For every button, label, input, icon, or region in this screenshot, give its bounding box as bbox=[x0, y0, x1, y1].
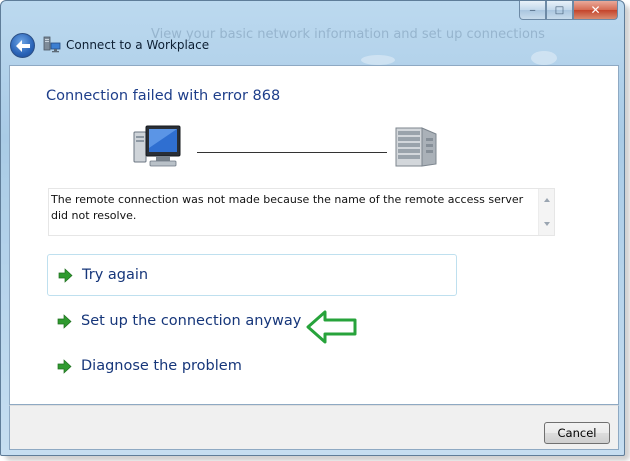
network-workplace-icon bbox=[43, 36, 61, 53]
background-glass-blob bbox=[531, 51, 557, 65]
green-arrow-icon bbox=[57, 358, 72, 374]
cancel-button[interactable]: Cancel bbox=[544, 422, 610, 444]
try-again-option[interactable]: Try again bbox=[47, 254, 457, 296]
setup-anyway-option[interactable]: Set up the connection anyway bbox=[47, 300, 457, 342]
wizard-content: Connection failed with error 868 The rem… bbox=[9, 65, 619, 405]
minimize-button[interactable]: ‒ bbox=[519, 1, 546, 20]
option-label: Set up the connection anyway bbox=[81, 313, 302, 329]
background-glass-blob bbox=[361, 55, 395, 65]
maximize-button[interactable]: □ bbox=[546, 1, 573, 20]
error-message-text: The remote connection was not made becau… bbox=[51, 193, 524, 222]
option-label: Try again bbox=[82, 267, 149, 283]
caption-buttons: ‒ □ ✕ bbox=[519, 1, 618, 20]
error-message-box: The remote connection was not made becau… bbox=[48, 188, 555, 236]
scroll-down-icon[interactable] bbox=[544, 222, 550, 226]
diagnose-problem-option[interactable]: Diagnose the problem bbox=[47, 345, 457, 387]
page-title: Connection failed with error 868 bbox=[46, 88, 281, 104]
back-button[interactable] bbox=[10, 33, 35, 58]
close-button[interactable]: ✕ bbox=[573, 1, 618, 20]
back-arrow-icon bbox=[15, 39, 30, 52]
message-scrollbar[interactable] bbox=[538, 189, 554, 235]
server-icon bbox=[395, 127, 437, 167]
window-title: Connect to a Workplace bbox=[66, 38, 210, 52]
green-arrow-icon bbox=[58, 267, 73, 283]
background-window-text: View your basic network information and … bbox=[151, 27, 545, 42]
computer-icon bbox=[133, 125, 181, 167]
green-arrow-icon bbox=[57, 313, 72, 329]
dialog-footer: Cancel bbox=[9, 405, 619, 450]
dialog-window: View your basic network information and … bbox=[0, 0, 625, 456]
option-label: Diagnose the problem bbox=[81, 358, 242, 374]
connection-line bbox=[197, 152, 387, 153]
scroll-up-icon[interactable] bbox=[544, 198, 550, 202]
annotation-arrow-icon bbox=[306, 310, 357, 344]
